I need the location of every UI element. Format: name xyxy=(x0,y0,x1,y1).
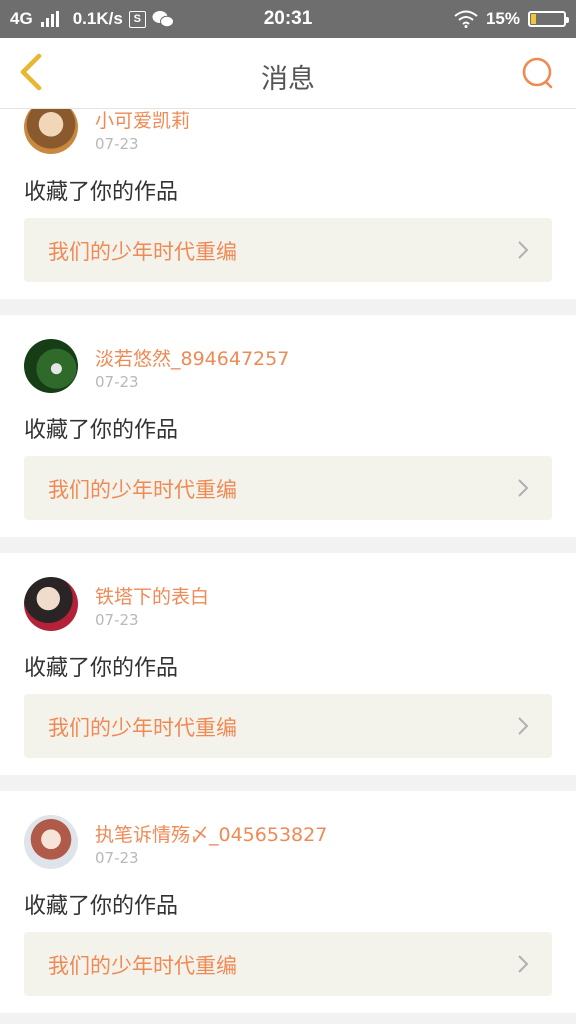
action-text: 收藏了你的作品 xyxy=(24,894,179,919)
avatar[interactable] xyxy=(24,815,78,869)
username[interactable]: 执笔诉情殇〆_045653827 xyxy=(95,820,327,847)
battery-percent: 15% xyxy=(485,9,520,28)
work-link[interactable]: 我们的少年时代重编 xyxy=(24,932,552,996)
message-item: 铁塔下的表白 07-23 收藏了你的作品 我们的少年时代重编 xyxy=(0,553,576,775)
work-title: 我们的少年时代重编 xyxy=(48,240,237,264)
message-item: 执笔诉情殇〆_045653827 07-23 收藏了你的作品 我们的少年时代重编 xyxy=(0,791,576,1013)
battery-icon xyxy=(528,11,569,27)
message-date: 07-23 xyxy=(95,849,139,867)
message-list[interactable]: 小可爱凯莉 07-23 收藏了你的作品 我们的少年时代重编 淡若悠然_89464… xyxy=(0,0,576,1024)
username[interactable]: 铁塔下的表白 xyxy=(95,582,209,609)
action-text: 收藏了你的作品 xyxy=(24,656,179,681)
divider xyxy=(0,299,576,315)
message-item: 淡若悠然_894647257 07-23 收藏了你的作品 我们的少年时代重编 xyxy=(0,315,576,537)
status-bar: 4G 0.1K/s S 20:31 15% xyxy=(0,0,576,38)
page-title: 消息 xyxy=(261,64,315,95)
work-title: 我们的少年时代重编 xyxy=(48,716,237,740)
message-date: 07-23 xyxy=(95,135,139,153)
work-title: 我们的少年时代重编 xyxy=(48,478,237,502)
message-date: 07-23 xyxy=(95,373,139,391)
work-title: 我们的少年时代重编 xyxy=(48,954,237,978)
work-link[interactable]: 我们的少年时代重编 xyxy=(24,694,552,758)
action-text: 收藏了你的作品 xyxy=(24,418,179,443)
divider xyxy=(0,775,576,791)
avatar[interactable] xyxy=(24,339,78,393)
work-link[interactable]: 我们的少年时代重编 xyxy=(24,456,552,520)
divider xyxy=(0,537,576,553)
action-text: 收藏了你的作品 xyxy=(24,180,179,205)
message-item: 小可爱凯莉 07-23 收藏了你的作品 我们的少年时代重编 xyxy=(0,96,576,299)
chevron-right-icon xyxy=(518,955,529,973)
chevron-right-icon xyxy=(518,479,529,497)
chevron-right-icon xyxy=(518,717,529,735)
wifi-icon xyxy=(454,10,478,28)
battery-level xyxy=(531,14,536,24)
work-link[interactable]: 我们的少年时代重编 xyxy=(24,218,552,282)
username[interactable]: 小可爱凯莉 xyxy=(95,106,190,133)
message-date: 07-23 xyxy=(95,611,139,629)
avatar[interactable] xyxy=(24,577,78,631)
top-app-bar: 消息 xyxy=(0,38,576,109)
username[interactable]: 淡若悠然_894647257 xyxy=(95,344,289,371)
divider xyxy=(0,1013,576,1024)
chevron-right-icon xyxy=(518,241,529,259)
search-icon[interactable] xyxy=(520,55,556,91)
